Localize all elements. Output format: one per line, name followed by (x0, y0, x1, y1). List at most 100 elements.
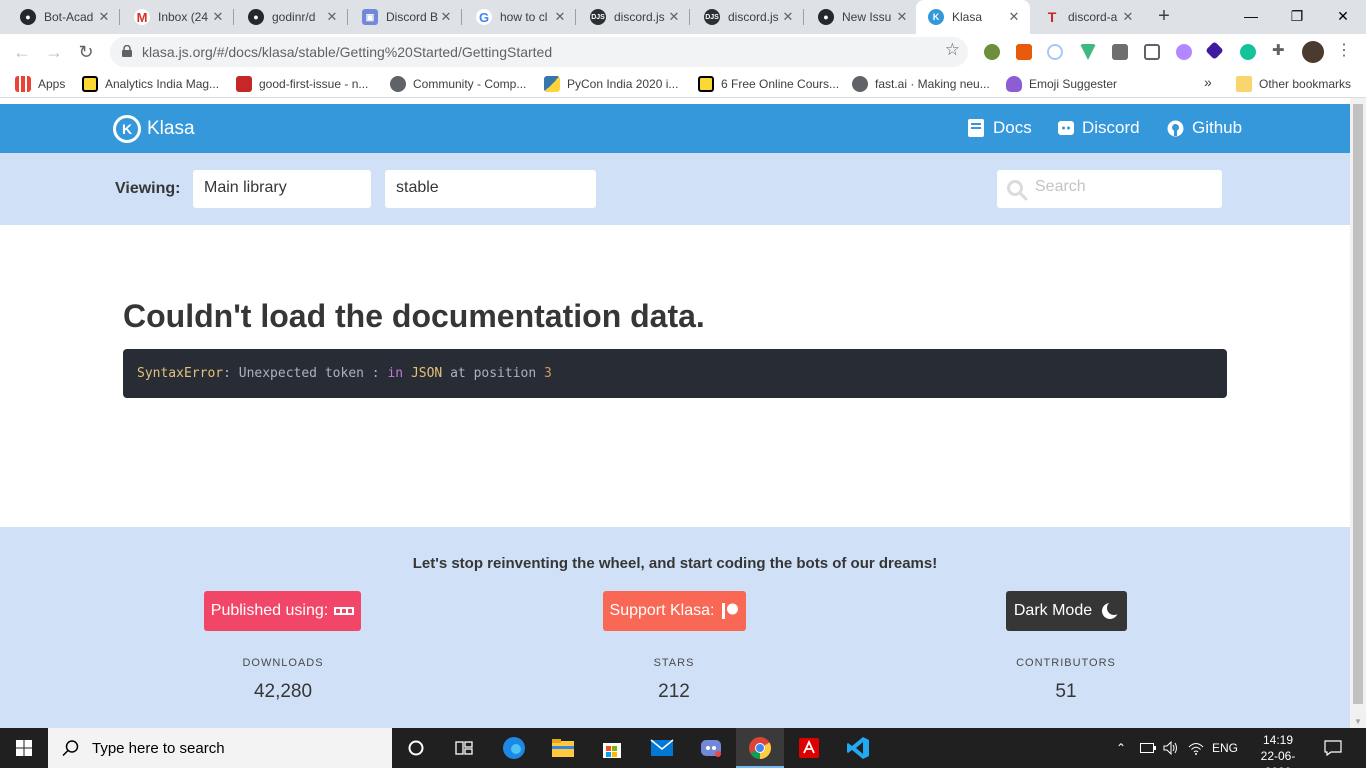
close-tab-icon[interactable]: ✕ (210, 9, 226, 25)
close-tab-icon[interactable]: ✕ (324, 9, 340, 25)
extension-icon[interactable] (1176, 44, 1192, 60)
taskbar-vscode[interactable] (834, 728, 882, 768)
scrollbar-thumb[interactable] (1353, 104, 1363, 704)
url-text: klasa.js.org/#/docs/klasa/stable/Getting… (142, 44, 553, 60)
taskbar-search[interactable]: Type here to search (48, 728, 392, 768)
bookmarks-overflow-button[interactable]: » (1204, 74, 1212, 90)
docs-search-box[interactable] (997, 170, 1222, 208)
browser-toolbar: ← → ↻ klasa.js.org/#/docs/klasa/stable/G… (0, 34, 1366, 70)
browser-tab[interactable]: T discord-a ✕ (1032, 0, 1144, 34)
dark-mode-button[interactable]: Dark Mode (1006, 591, 1127, 631)
browser-tab[interactable]: DJS discord.js ✕ (692, 0, 804, 34)
version-select[interactable]: stable (385, 170, 596, 208)
task-view-button[interactable] (440, 728, 488, 768)
bookmark-item[interactable]: Analytics India Mag... (82, 76, 219, 92)
cortana-button[interactable] (392, 728, 440, 768)
taskbar-file-explorer[interactable] (539, 728, 587, 768)
vue-devtools-icon[interactable] (1080, 44, 1096, 60)
restore-button[interactable]: ❐ (1274, 0, 1320, 34)
extensions-puzzle-icon[interactable]: ✚ (1272, 41, 1288, 59)
close-tab-icon[interactable]: ✕ (666, 9, 682, 25)
close-tab-icon[interactable]: ✕ (780, 9, 796, 25)
taskbar-store[interactable] (588, 728, 636, 768)
folder-icon (552, 739, 574, 757)
taskbar-chrome[interactable] (736, 728, 784, 768)
klasa-logo[interactable]: K Klasa (113, 115, 195, 143)
taskbar-discord[interactable] (687, 728, 735, 768)
browser-tab[interactable]: M Inbox (24 ✕ (122, 0, 234, 34)
library-select[interactable]: Main library (193, 170, 371, 208)
extension-icon[interactable] (1205, 41, 1224, 60)
minimize-button[interactable]: — (1228, 0, 1274, 34)
taskbar-clock[interactable]: 14:19 22-06-2020 (1250, 732, 1306, 768)
bookmark-item[interactable]: PyCon India 2020 i... (544, 76, 678, 92)
new-tab-button[interactable]: + (1152, 5, 1176, 29)
battery-icon[interactable] (1140, 728, 1156, 768)
browser-tab-strip: ● Bot-Acad ✕ M Inbox (24 ✕ ● godinr/d ✕ … (0, 0, 1366, 34)
stat-downloads: DOWNLOADS 42,280 (242, 657, 324, 702)
bookmark-star-icon[interactable]: ☆ (945, 40, 960, 60)
extension-icon[interactable] (1016, 44, 1032, 60)
menu-kebab-icon[interactable]: ⋮ (1336, 40, 1352, 59)
browser-tab[interactable]: ● Bot-Acad ✕ (8, 0, 120, 34)
bookmarks-bar: Apps Analytics India Mag... good-first-i… (0, 70, 1366, 98)
nav-docs-link[interactable]: Docs (967, 118, 1032, 138)
grammarly-icon[interactable] (1240, 44, 1256, 60)
taskbar-acrobat[interactable] (785, 728, 833, 768)
bookmark-apps[interactable]: Apps (15, 76, 65, 92)
volume-icon[interactable] (1163, 728, 1179, 768)
nav-github-link[interactable]: Github (1167, 118, 1242, 138)
nav-discord-link[interactable]: Discord (1058, 118, 1140, 138)
tray-overflow-chevron-icon[interactable]: ⌃ (1116, 728, 1126, 768)
edge-icon (503, 737, 525, 759)
bookmark-item[interactable]: Community - Comp... (390, 76, 526, 92)
extension-icon[interactable] (1112, 44, 1128, 60)
npm-icon (334, 607, 355, 615)
bookmark-item[interactable]: 6 Free Online Cours... (698, 76, 839, 92)
published-using-button[interactable]: Published using: (204, 591, 361, 631)
other-bookmarks[interactable]: Other bookmarks (1236, 76, 1351, 92)
aim-icon (698, 76, 714, 92)
address-bar[interactable]: klasa.js.org/#/docs/klasa/stable/Getting… (110, 37, 968, 67)
forward-button[interactable]: → (40, 38, 68, 66)
page-viewport: K Klasa Docs Discord Github Viewing: Mai… (0, 104, 1350, 728)
browser-tab[interactable]: DJS discord.js ✕ (578, 0, 690, 34)
discord-icon (1058, 121, 1074, 135)
extension-icon[interactable] (1047, 44, 1063, 60)
apps-grid-icon (15, 76, 31, 92)
bookmark-red-icon (236, 76, 252, 92)
camera-icon[interactable] (1144, 44, 1160, 60)
bookmark-item[interactable]: Emoji Suggester (1006, 76, 1117, 92)
reload-button[interactable]: ↻ (72, 38, 100, 66)
scroll-down-arrow-icon[interactable]: ▼ (1354, 717, 1362, 726)
close-tab-icon[interactable]: ✕ (438, 9, 454, 25)
taskbar-edge[interactable] (490, 728, 538, 768)
avatar[interactable] (1302, 41, 1324, 63)
browser-tab-active[interactable]: K Klasa ✕ (916, 0, 1030, 34)
close-tab-icon[interactable]: ✕ (1120, 9, 1136, 25)
browser-tab[interactable]: ▣ Discord B ✕ (350, 0, 462, 34)
bookmark-item[interactable]: good-first-issue - n... (236, 76, 368, 92)
wifi-icon[interactable] (1188, 728, 1204, 768)
browser-tab[interactable]: G how to cl ✕ (464, 0, 576, 34)
close-window-button[interactable]: ✕ (1320, 0, 1366, 34)
extension-icon[interactable] (984, 44, 1000, 60)
book-icon (968, 119, 984, 137)
language-indicator[interactable]: ENG (1212, 728, 1238, 768)
notifications-icon[interactable] (1324, 728, 1342, 768)
back-button[interactable]: ← (8, 38, 36, 66)
close-tab-icon[interactable]: ✕ (894, 9, 910, 25)
browser-tab[interactable]: ● New Issu ✕ (806, 0, 918, 34)
page-scrollbar[interactable]: ▼ (1350, 98, 1366, 728)
browser-tab[interactable]: ● godinr/d ✕ (236, 0, 348, 34)
start-button[interactable] (0, 728, 48, 768)
stat-contributors: CONTRIBUTORS 51 (1016, 657, 1116, 702)
close-tab-icon[interactable]: ✕ (96, 9, 112, 25)
search-input[interactable] (1035, 178, 1215, 196)
taskbar-mail[interactable] (638, 728, 686, 768)
discordjs-icon: DJS (704, 9, 720, 25)
bookmark-item[interactable]: fast.ai · Making neu... (852, 76, 990, 92)
support-klasa-button[interactable]: Support Klasa: (603, 591, 746, 631)
close-tab-icon[interactable]: ✕ (552, 9, 568, 25)
close-tab-icon[interactable]: ✕ (1006, 9, 1022, 25)
